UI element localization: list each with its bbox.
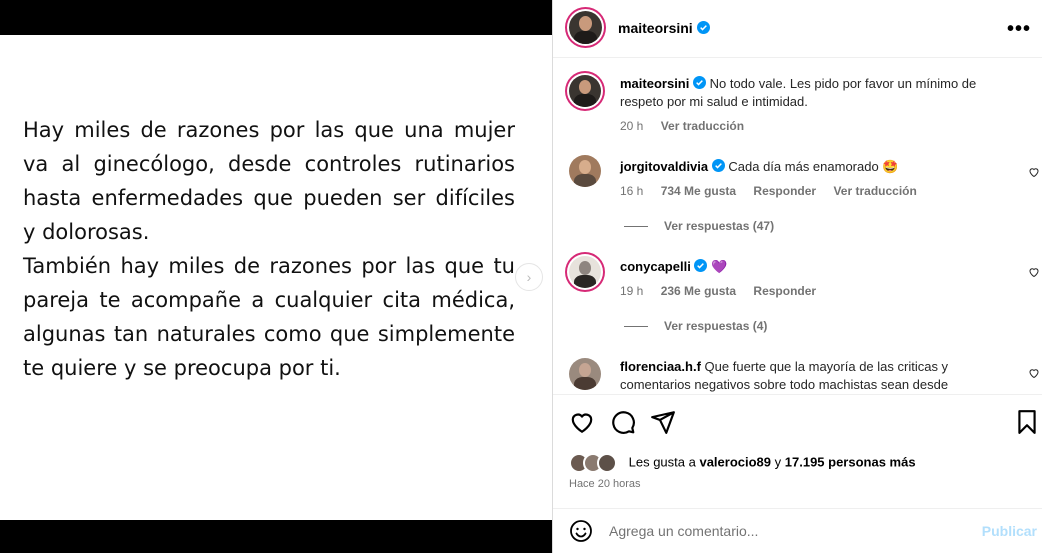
caption-translate-link[interactable]: Ver traducción: [661, 119, 744, 133]
post-media: Hay miles de razones por las que una muj…: [0, 0, 552, 553]
view-replies-button[interactable]: Ver respuestas (4): [624, 319, 767, 333]
reply-button[interactable]: Responder: [753, 184, 816, 198]
media-letterbox-top: [0, 0, 552, 35]
likes-summary: Les gusta a valerocio89 y 17.195 persona…: [569, 453, 916, 473]
comment-item: jorgitovaldivia Cada día más enamorado 🤩…: [553, 154, 1042, 244]
like-comment-heart-icon[interactable]: [1028, 266, 1040, 278]
comment-meta: 16 h 734 Me gusta Responder Ver traducci…: [620, 184, 931, 198]
chevron-right-icon: ›: [526, 269, 532, 285]
post-header: maiteorsini •••: [553, 0, 1042, 58]
likes-prefix: Les gusta a: [628, 454, 696, 470]
comment-translate-link[interactable]: Ver traducción: [833, 184, 916, 198]
comment-text: jorgitovaldivia Cada día más enamorado 🤩: [620, 158, 1005, 176]
verified-badge-icon: [696, 21, 710, 34]
comment-text: florenciaa.h.f Que fuerte que la mayoría…: [620, 358, 1005, 394]
comment-item: florenciaa.h.f Que fuerte que la mayoría…: [553, 355, 1042, 394]
comment-item: conycapelli 💜 19 h 236 Me gusta Responde…: [553, 254, 1042, 344]
media-paragraph-1: Hay miles de razones por las que una muj…: [23, 118, 515, 244]
comment-likes[interactable]: 734 Me gusta: [661, 184, 736, 198]
likes-connector: y: [774, 454, 782, 470]
view-replies-label[interactable]: Ver respuestas (4): [664, 319, 767, 333]
comment-time[interactable]: 16 h: [620, 184, 643, 198]
caption-avatar[interactable]: [569, 75, 601, 107]
likes-user[interactable]: valerocio89: [699, 454, 771, 469]
view-replies-button[interactable]: Ver respuestas (47): [624, 219, 774, 233]
verified-badge-icon: [694, 259, 708, 272]
emoji-icon[interactable]: [569, 519, 593, 543]
comment-username[interactable]: conycapelli: [620, 259, 691, 274]
comment-avatar[interactable]: [569, 358, 601, 390]
comment-likes[interactable]: 236 Me gusta: [661, 284, 736, 298]
comment-bubble-icon[interactable]: [610, 409, 636, 435]
liker-avatars[interactable]: [569, 453, 621, 473]
comments-list: maiteorsini No todo vale. Les pido por f…: [553, 58, 1042, 394]
comment-avatar[interactable]: [569, 155, 601, 187]
comment-body: Cada día más enamorado 🤩: [728, 159, 899, 174]
comment-username[interactable]: jorgitovaldivia: [620, 159, 708, 174]
author-username[interactable]: maiteorsini: [618, 20, 710, 36]
comment-meta: 19 h 236 Me gusta Responder: [620, 284, 830, 298]
replies-divider: [624, 226, 648, 228]
share-send-icon[interactable]: [650, 409, 676, 435]
comment-input[interactable]: [609, 521, 969, 541]
verified-badge-icon: [692, 76, 706, 89]
comment-avatar[interactable]: [569, 256, 601, 288]
author-avatar[interactable]: [569, 11, 602, 44]
post-actions: Les gusta a valerocio89 y 17.195 persona…: [553, 394, 1042, 504]
author-username-text[interactable]: maiteorsini: [618, 20, 693, 36]
view-replies-label[interactable]: Ver respuestas (47): [664, 219, 774, 233]
like-comment-heart-icon[interactable]: [1028, 367, 1040, 379]
caption-username[interactable]: maiteorsini: [620, 76, 689, 91]
post-timestamp[interactable]: Hace 20 horas: [569, 478, 641, 490]
like-heart-icon[interactable]: [569, 409, 595, 435]
more-options-icon[interactable]: •••: [1007, 18, 1031, 41]
caption: maiteorsini No todo vale. Les pido por f…: [553, 72, 1042, 142]
next-slide-button[interactable]: ›: [515, 263, 543, 291]
like-comment-heart-icon[interactable]: [1028, 166, 1040, 178]
instagram-post-modal: Hay miles de razones por las que una muj…: [0, 0, 1042, 553]
comment-username[interactable]: florenciaa.h.f: [620, 359, 701, 374]
caption-text: maiteorsini No todo vale. Les pido por f…: [620, 75, 1005, 111]
comment-composer: Publicar: [553, 508, 1042, 553]
media-letterbox-bottom: [0, 520, 552, 553]
verified-badge-icon: [711, 159, 725, 172]
caption-meta: 20 h Ver traducción: [620, 119, 758, 133]
likes-count[interactable]: 17.195 personas más: [785, 454, 916, 469]
comment-time[interactable]: 19 h: [620, 284, 643, 298]
replies-divider: [624, 326, 648, 328]
caption-time[interactable]: 20 h: [620, 119, 643, 133]
comment-text: conycapelli 💜: [620, 258, 1005, 276]
reply-button[interactable]: Responder: [753, 284, 816, 298]
post-comment-button[interactable]: Publicar: [982, 523, 1037, 539]
post-side-panel: maiteorsini ••• maiteorsini No todo vale…: [552, 0, 1042, 553]
media-paragraph-2: También hay miles de razones por las que…: [23, 254, 515, 380]
comment-body: 💜: [711, 259, 728, 274]
media-text-image: Hay miles de razones por las que una muj…: [23, 113, 515, 385]
save-bookmark-icon[interactable]: [1014, 409, 1040, 435]
